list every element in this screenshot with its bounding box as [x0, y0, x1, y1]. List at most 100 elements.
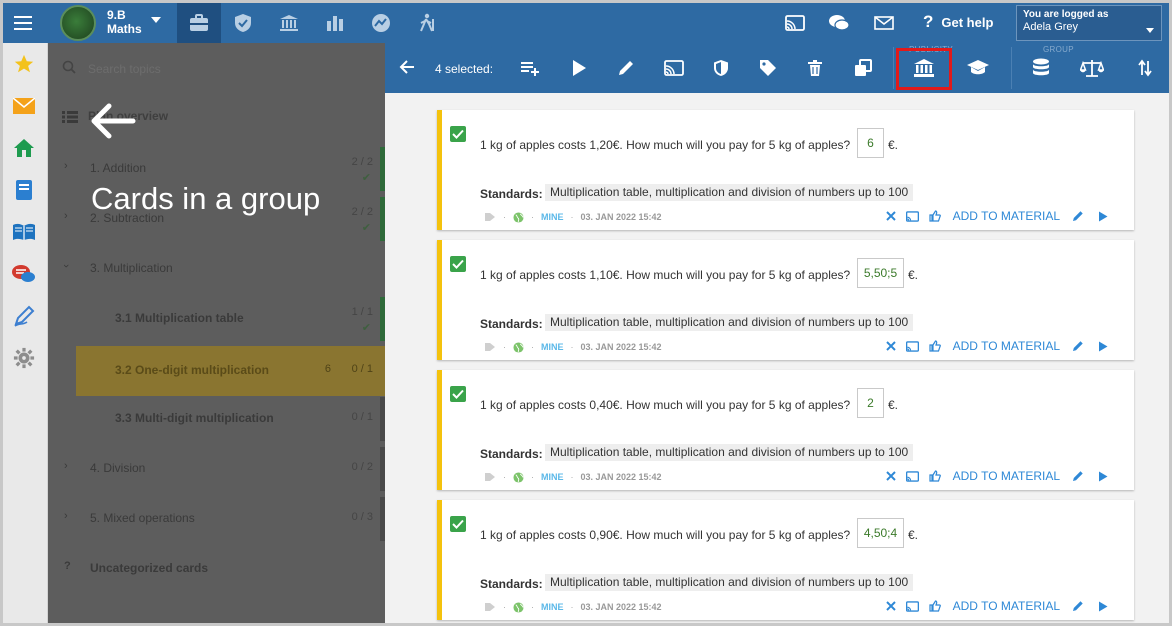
play-icon[interactable] [1098, 601, 1108, 612]
card[interactable]: 1 kg of apples costs 1,20€. How much wil… [437, 110, 1134, 230]
class-selector[interactable]: 9.B Maths [107, 8, 142, 36]
card-checkbox[interactable] [450, 126, 466, 142]
cast-icon[interactable] [905, 600, 919, 612]
discussion-icon[interactable] [11, 261, 37, 287]
bar-chart-icon[interactable] [313, 3, 357, 43]
thumbs-up-icon[interactable] [929, 470, 941, 482]
thumbs-up-icon[interactable] [929, 600, 941, 612]
user-name: Adela Grey [1023, 21, 1079, 33]
topic-row-multiplication[interactable]: › 3. Multiplication [48, 244, 385, 294]
user-menu[interactable]: You are logged as Adela Grey [1016, 5, 1162, 41]
pencil-icon[interactable] [1072, 210, 1084, 222]
mail-icon[interactable] [872, 11, 896, 35]
get-help-button[interactable]: ? Get help [923, 12, 993, 32]
topic-count: 0 / 3 [351, 511, 373, 523]
card-meta: · · MINE · 03. JAN 2022 15:42 [484, 210, 662, 224]
institution-icon[interactable] [267, 3, 311, 43]
pen-icon[interactable] [11, 303, 37, 329]
close-icon[interactable] [885, 601, 896, 611]
class-avatar[interactable] [60, 5, 96, 41]
add-to-material-button[interactable]: ADD TO MATERIAL [953, 599, 1060, 613]
chevron-down-icon[interactable] [151, 17, 161, 23]
copy-icon[interactable] [850, 55, 876, 81]
tag-icon[interactable] [484, 602, 496, 612]
notebook-icon[interactable] [11, 177, 37, 203]
add-to-material-button[interactable]: ADD TO MATERIAL [953, 469, 1060, 483]
card[interactable]: 1 kg of apples costs 0,90€. How much wil… [437, 500, 1134, 620]
sort-icon[interactable] [1132, 55, 1158, 81]
card-checkbox[interactable] [450, 516, 466, 532]
card-answer: 6 [857, 128, 884, 158]
add-to-list-icon[interactable] [517, 55, 543, 81]
close-icon[interactable] [885, 471, 896, 481]
topic-row-uncategorized[interactable]: ? Uncategorized cards [48, 544, 385, 594]
cast-icon[interactable] [905, 210, 919, 222]
card-owner: MINE [541, 212, 564, 222]
envelope-icon[interactable] [11, 93, 37, 119]
tag-icon[interactable] [484, 212, 496, 222]
shield-icon[interactable] [708, 55, 734, 81]
question-icon: ? [923, 12, 934, 31]
gear-icon[interactable] [11, 345, 37, 371]
arrow-left-icon[interactable] [399, 59, 415, 75]
cast-icon[interactable] [905, 470, 919, 482]
play-icon[interactable] [566, 55, 592, 81]
play-icon[interactable] [1098, 211, 1108, 222]
topic-row-mixed-operations[interactable]: › 5. Mixed operations 0 / 3 [48, 494, 385, 544]
topic-row-multi-digit-multiplication[interactable]: 3.3 Multi-digit multiplication 0 / 1 [48, 394, 385, 444]
tag-icon[interactable] [484, 472, 496, 482]
topic-row-one-digit-multiplication[interactable]: 3.2 One-digit multiplication 6 0 / 1 [76, 346, 385, 396]
search-placeholder: Search topics [88, 62, 161, 76]
thumbs-up-icon[interactable] [929, 340, 941, 352]
card-checkbox[interactable] [450, 386, 466, 402]
menu-icon[interactable] [3, 3, 43, 43]
progress-icon[interactable] [359, 3, 403, 43]
briefcase-icon[interactable] [177, 3, 221, 43]
open-book-icon[interactable] [11, 219, 37, 245]
topic-count: 2 / 2 [351, 156, 373, 168]
close-icon[interactable] [885, 341, 896, 351]
shield-check-icon[interactable] [221, 3, 265, 43]
cast-icon[interactable] [783, 11, 807, 35]
add-to-material-button[interactable]: ADD TO MATERIAL [953, 209, 1060, 223]
database-icon[interactable] [1028, 55, 1054, 81]
topic-count: 0 / 2 [351, 461, 373, 473]
card-date: 03. JAN 2022 15:42 [580, 602, 662, 612]
graduation-cap-icon[interactable] [965, 55, 991, 81]
trash-icon[interactable] [802, 55, 828, 81]
cast-icon[interactable] [905, 340, 919, 352]
pencil-icon[interactable] [1072, 600, 1084, 612]
tag-icon[interactable] [484, 342, 496, 352]
card[interactable]: 1 kg of apples costs 1,10€. How much wil… [437, 240, 1134, 360]
top-bar: 9.B Maths ? Get help You are logged as A… [3, 3, 1169, 43]
topic-label: 5. Mixed operations [90, 511, 195, 525]
play-icon[interactable] [1098, 341, 1108, 352]
card-checkbox[interactable] [450, 256, 466, 272]
chevron-right-icon: › [64, 460, 68, 472]
star-icon[interactable] [11, 51, 37, 77]
play-icon[interactable] [1098, 471, 1108, 482]
pencil-icon[interactable] [1072, 470, 1084, 482]
balance-scale-icon[interactable] [1079, 55, 1105, 81]
standards-value: Multiplication table, multiplication and… [545, 444, 914, 461]
pencil-icon[interactable] [1072, 340, 1084, 352]
topics-search[interactable]: Search topics [48, 43, 385, 93]
thumbs-up-icon[interactable] [929, 210, 941, 222]
topic-row-division[interactable]: › 4. Division 0 / 2 [48, 444, 385, 494]
add-to-material-button[interactable]: ADD TO MATERIAL [953, 339, 1060, 353]
group-label: GROUP [1043, 45, 1074, 54]
close-icon[interactable] [885, 211, 896, 221]
home-icon[interactable] [11, 135, 37, 161]
tag-icon[interactable] [755, 55, 781, 81]
chevron-right-icon: › [64, 510, 68, 522]
pencil-icon[interactable] [613, 55, 639, 81]
card-unit: €. [908, 528, 919, 542]
card[interactable]: 1 kg of apples costs 0,40€. How much wil… [437, 370, 1134, 490]
hiking-icon[interactable] [405, 3, 449, 43]
topic-row-multiplication-table[interactable]: 3.1 Multiplication table 1 / 1 ✔ [48, 294, 385, 344]
cast-icon[interactable] [661, 55, 687, 81]
standards-value: Multiplication table, multiplication and… [545, 574, 914, 591]
globe-icon [513, 601, 524, 613]
chat-icon[interactable] [827, 11, 851, 35]
standards-label: Standards: [480, 447, 543, 461]
